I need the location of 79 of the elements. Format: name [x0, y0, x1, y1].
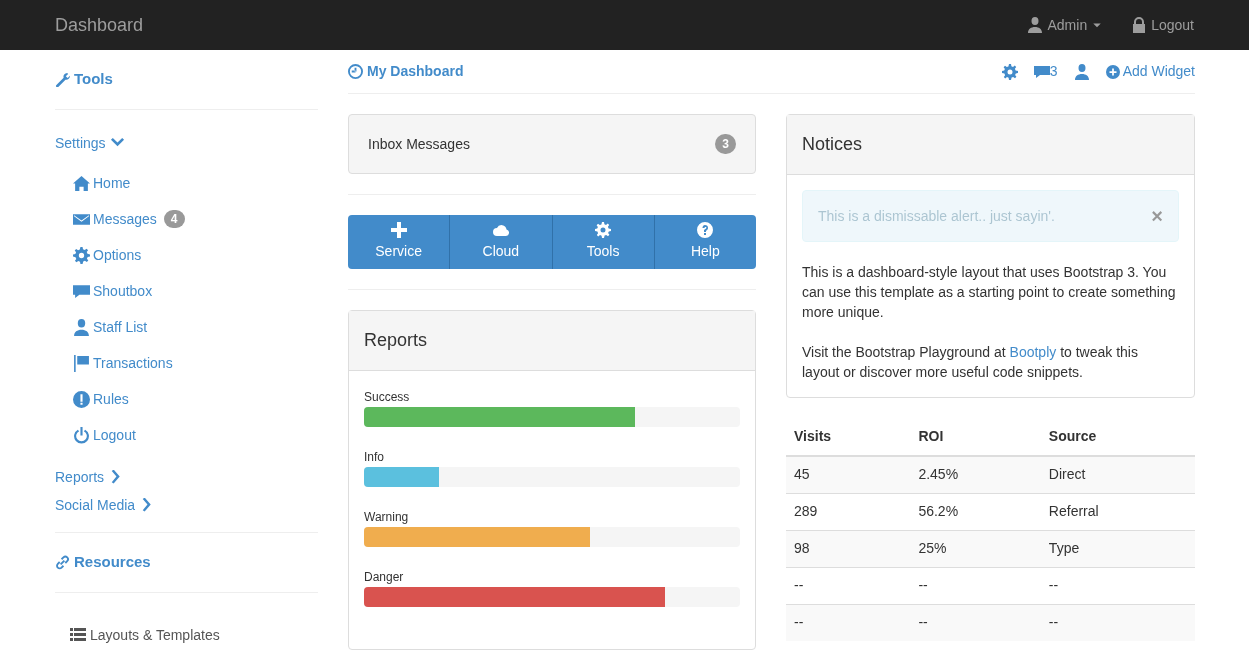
sidebar-heading: Tools [55, 50, 318, 110]
sidebar-item[interactable]: Home [73, 165, 131, 201]
flag-icon [73, 354, 90, 372]
table-cell: -- [1040, 604, 1195, 641]
gear-icon [595, 222, 612, 238]
table-cell: Direct [1040, 456, 1195, 493]
toolbar-button[interactable]: Help [653, 215, 756, 269]
sidebar-item[interactable]: Transactions [73, 345, 173, 381]
progress-label: Info [364, 449, 385, 465]
sidebar-heading: Resources [55, 533, 318, 593]
page-title: My Dashboard [348, 61, 464, 82]
column-header: Visits [786, 418, 911, 456]
table-cell: -- [786, 604, 911, 641]
progress-label: Warning [364, 509, 410, 525]
notice-paragraph: Visit the Bootstrap Playground at Bootply to tweak this layout or discover more useful code snippets. [802, 343, 1139, 382]
table-cell: Referral [1040, 493, 1195, 530]
table-cell: Type [1040, 530, 1195, 567]
toolbar-button[interactable]: Cloud [449, 215, 552, 269]
gear-icon [73, 246, 90, 264]
wrench-icon [55, 72, 70, 87]
table-cell: -- [910, 567, 1041, 604]
cloud-icon [492, 222, 509, 238]
user-link[interactable] [1073, 63, 1090, 80]
sidebar-item[interactable]: Options [73, 237, 142, 273]
toolbar-button[interactable]: Service [348, 215, 450, 269]
inbox-panel[interactable]: Inbox Messages 3 [348, 114, 756, 174]
progress-label: Success [364, 389, 411, 405]
settings-icon [1001, 63, 1018, 80]
brand-link[interactable]: Dashboard [55, 11, 144, 39]
panel-title: Reports [349, 311, 755, 371]
sidebar-item[interactable]: Messages 4 [73, 201, 185, 237]
lock-icon [1131, 17, 1148, 33]
logout-link[interactable]: Logout [1131, 14, 1194, 36]
table-cell: 289 [786, 493, 911, 530]
sidebar-menu-item[interactable]: Reports [55, 463, 124, 491]
table-cell: 25% [910, 530, 1041, 567]
toolbar-button[interactable]: Tools [551, 215, 654, 269]
link-icon [55, 555, 70, 570]
column-header: Source [1040, 418, 1195, 456]
notice-paragraph: This is a dashboard-style layout that uses Bootstrap 3. You can use this template as a starting point to create something more unique. [802, 263, 1177, 322]
person-icon [1073, 63, 1090, 80]
table-cell: -- [1040, 567, 1195, 604]
panel-title: Notices [787, 115, 1194, 175]
column-header: ROI [910, 418, 1041, 456]
sidebar-item[interactable]: Rules [73, 381, 129, 417]
user-menu[interactable]: Admin [1027, 14, 1104, 36]
table-cell: 56.2% [910, 493, 1041, 530]
table-cell: -- [786, 567, 911, 604]
inbox-label: Inbox Messages [368, 134, 470, 154]
table-cell: 98 [786, 530, 911, 567]
power-icon [73, 426, 90, 444]
list-icon [70, 627, 86, 643]
sidebar-item[interactable]: Staff List [73, 309, 148, 345]
user-icon [1027, 17, 1044, 33]
table-cell: 2.45% [910, 456, 1041, 493]
count-badge: 3 [715, 134, 736, 154]
sidebar-menu-item[interactable]: Social Media [55, 491, 155, 519]
speech-bubble-icon [73, 282, 90, 300]
sidebar-item[interactable]: Logout [73, 417, 136, 453]
resource-link[interactable]: Layouts & Templates [70, 625, 220, 645]
speech-bubble-icon [1033, 63, 1050, 80]
sidebar-item[interactable]: Shoutbox [73, 273, 153, 309]
table-cell: -- [910, 604, 1041, 641]
add-icon [1105, 64, 1120, 79]
table-cell: 45 [786, 456, 911, 493]
count-badge: 4 [163, 210, 185, 228]
sidebar-menu-item[interactable]: Settings [55, 129, 125, 157]
progress-label: Danger [364, 569, 405, 585]
bootply-link[interactable]: Bootply [1009, 344, 1057, 360]
exclamation-icon [73, 390, 90, 408]
clock-icon [348, 64, 363, 79]
help-icon [697, 222, 714, 238]
plus-icon [390, 222, 407, 238]
settings-link[interactable] [1001, 63, 1018, 80]
person-icon [73, 318, 90, 336]
house-icon [73, 174, 90, 192]
alert-message: This is a dismissable alert.. just sayin'. [818, 207, 1055, 226]
add-widget-link[interactable]: Add Widget [1105, 61, 1195, 82]
messages-link[interactable]: 3 [1033, 61, 1058, 82]
